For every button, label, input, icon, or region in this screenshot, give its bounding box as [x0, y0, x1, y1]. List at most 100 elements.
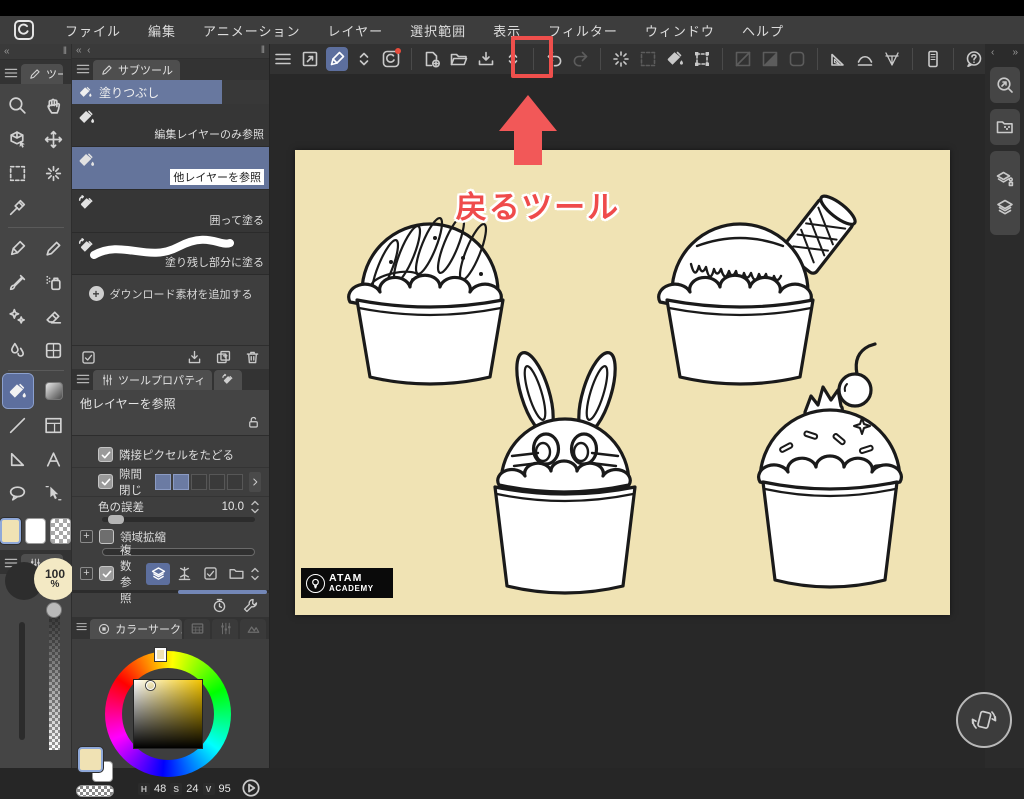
tab-subtool[interactable]: サブツール — [93, 60, 180, 81]
reset-defaults-icon[interactable] — [211, 597, 228, 614]
snap-curve-ruler-icon[interactable] — [854, 47, 876, 71]
selection-border-icon[interactable] — [786, 47, 808, 71]
duplicate-subtool-icon[interactable] — [215, 349, 232, 366]
toolbar-menu-icon[interactable] — [272, 47, 294, 71]
refer-reference-layer-button[interactable] — [172, 563, 196, 585]
gap-expand-button[interactable] — [249, 471, 261, 492]
tool-decoration[interactable] — [3, 299, 33, 333]
tool-hand[interactable] — [39, 88, 69, 122]
fill-icon[interactable] — [664, 47, 686, 71]
opacity-slider-knob[interactable] — [46, 602, 62, 618]
tool-gradient[interactable] — [39, 374, 69, 408]
panel-menu-icon[interactable] — [75, 371, 91, 387]
new-canvas-icon[interactable] — [421, 47, 443, 71]
save-icon[interactable] — [475, 47, 497, 71]
collapse-left-icon[interactable]: « — [76, 45, 82, 56]
tool-figure[interactable] — [3, 408, 33, 442]
redo-button[interactable] — [570, 47, 592, 71]
clear-icon[interactable] — [610, 47, 632, 71]
selection-fill-icon[interactable] — [759, 47, 781, 71]
tool-palette-collapse-bar[interactable]: «‖ — [0, 44, 71, 60]
menu-help[interactable]: ヘルプ — [736, 19, 790, 42]
gap-size-3[interactable] — [191, 473, 207, 490]
menu-layer[interactable]: レイヤー — [322, 19, 390, 42]
tool-blend[interactable] — [3, 333, 33, 367]
opacity-slider[interactable] — [49, 610, 60, 750]
sub-color-swatch[interactable] — [25, 518, 46, 544]
transform-icon[interactable] — [691, 47, 713, 71]
tab-color-slider[interactable] — [212, 618, 238, 639]
tool-settings-icon[interactable] — [242, 597, 259, 614]
tool-airbrush[interactable] — [39, 265, 69, 299]
subtool-item-edit-layer-only[interactable]: 編集レイヤーのみ参照 — [72, 104, 269, 147]
subtool-group-row[interactable]: 塗りつぶし — [72, 80, 269, 105]
main-color-swatch[interactable] — [78, 746, 103, 772]
menu-file[interactable]: ファイル — [59, 19, 127, 42]
scrollbar-thumb[interactable] — [178, 589, 267, 594]
panel-menu-icon[interactable] — [75, 620, 88, 636]
color-history-icon[interactable] — [240, 777, 262, 799]
tab-tool-property[interactable]: ツールプロパティ — [93, 370, 213, 391]
open-file-icon[interactable] — [448, 47, 470, 71]
menu-selection[interactable]: 選択範囲 — [404, 19, 472, 42]
layer-property-icon[interactable] — [995, 169, 1015, 189]
snap-ruler-icon[interactable] — [827, 47, 849, 71]
tool-fill[interactable] — [1, 373, 34, 409]
snap-perspective-ruler-icon[interactable] — [881, 47, 903, 71]
tool-balloon[interactable] — [3, 476, 33, 510]
expand-area-scaling-icon[interactable]: + — [80, 530, 93, 544]
main-color-swatch[interactable] — [0, 518, 21, 544]
tab-color-set[interactable] — [184, 618, 210, 639]
window-resize-icon[interactable] — [299, 47, 321, 71]
subtool-collapse-bar[interactable]: « ‹ ‖ — [72, 44, 269, 59]
tool-text[interactable] — [39, 442, 69, 476]
quick-access-button[interactable] — [989, 67, 1020, 103]
tab-color-circle[interactable]: カラーサークル — [90, 618, 182, 639]
collapse-left-icon[interactable]: « — [4, 46, 10, 57]
tool-eraser[interactable] — [39, 299, 69, 333]
menu-animation[interactable]: アニメーション — [197, 19, 306, 42]
drag-handle[interactable]: ‖ — [261, 45, 265, 56]
tool-liquify[interactable] — [39, 333, 69, 367]
tab-tool[interactable]: ツール — [21, 64, 63, 84]
lock-icon[interactable] — [246, 415, 261, 430]
multi-select-icon[interactable] — [80, 349, 97, 366]
help-icon[interactable] — [963, 47, 985, 71]
subtool-item-paint-unfilled[interactable]: 塗り残し部分に塗る — [72, 232, 269, 276]
tool-object[interactable] — [39, 476, 69, 510]
tab-brush-detail[interactable] — [214, 370, 243, 391]
refer-all-layers-button[interactable] — [146, 562, 170, 585]
tool-polyline[interactable] — [3, 442, 33, 476]
hue-marker[interactable] — [155, 647, 166, 661]
panel-menu-icon[interactable] — [3, 65, 19, 81]
sidebar-collapse-icon[interactable]: ‹ — [991, 47, 994, 58]
add-download-material-button[interactable]: + ダウンロード素材を追加する — [72, 275, 269, 311]
multiple-refer-checkbox[interactable] — [99, 566, 114, 582]
drag-handle[interactable]: ‖ — [63, 46, 67, 57]
collapse-back-icon[interactable]: ‹ — [87, 45, 90, 56]
color-margin-slider-thumb[interactable] — [108, 514, 124, 524]
color-margin-stepper[interactable] — [250, 498, 261, 516]
delete-subtool-icon[interactable] — [244, 349, 261, 366]
multiple-refer-stepper[interactable] — [250, 565, 261, 583]
tool-selection[interactable] — [3, 156, 33, 190]
deselect-icon[interactable] — [637, 47, 659, 71]
menu-filter[interactable]: フィルター — [542, 19, 624, 42]
selection-invert-icon[interactable] — [732, 47, 754, 71]
edit-mode-pen-icon[interactable] — [325, 47, 348, 71]
refer-folder-button[interactable] — [224, 563, 248, 585]
expand-multiple-refer-icon[interactable]: + — [80, 567, 93, 581]
tool-auto-select[interactable] — [39, 156, 69, 190]
layer-palette-icon[interactable] — [995, 197, 1015, 217]
tool-move-layer[interactable] — [39, 122, 69, 156]
sv-selector[interactable] — [146, 680, 155, 690]
import-subtool-icon[interactable] — [186, 349, 203, 366]
transparent-color-swatch[interactable] — [50, 518, 71, 544]
transparent-color-pill[interactable] — [76, 784, 114, 797]
tool-pen[interactable] — [3, 231, 33, 265]
companion-mode-icon[interactable] — [922, 47, 944, 71]
tool-zoom[interactable] — [3, 88, 33, 122]
saturation-value-square[interactable] — [133, 678, 203, 749]
tool-frame-border[interactable] — [39, 408, 69, 442]
toolbar-expand-icon[interactable] — [353, 47, 375, 71]
